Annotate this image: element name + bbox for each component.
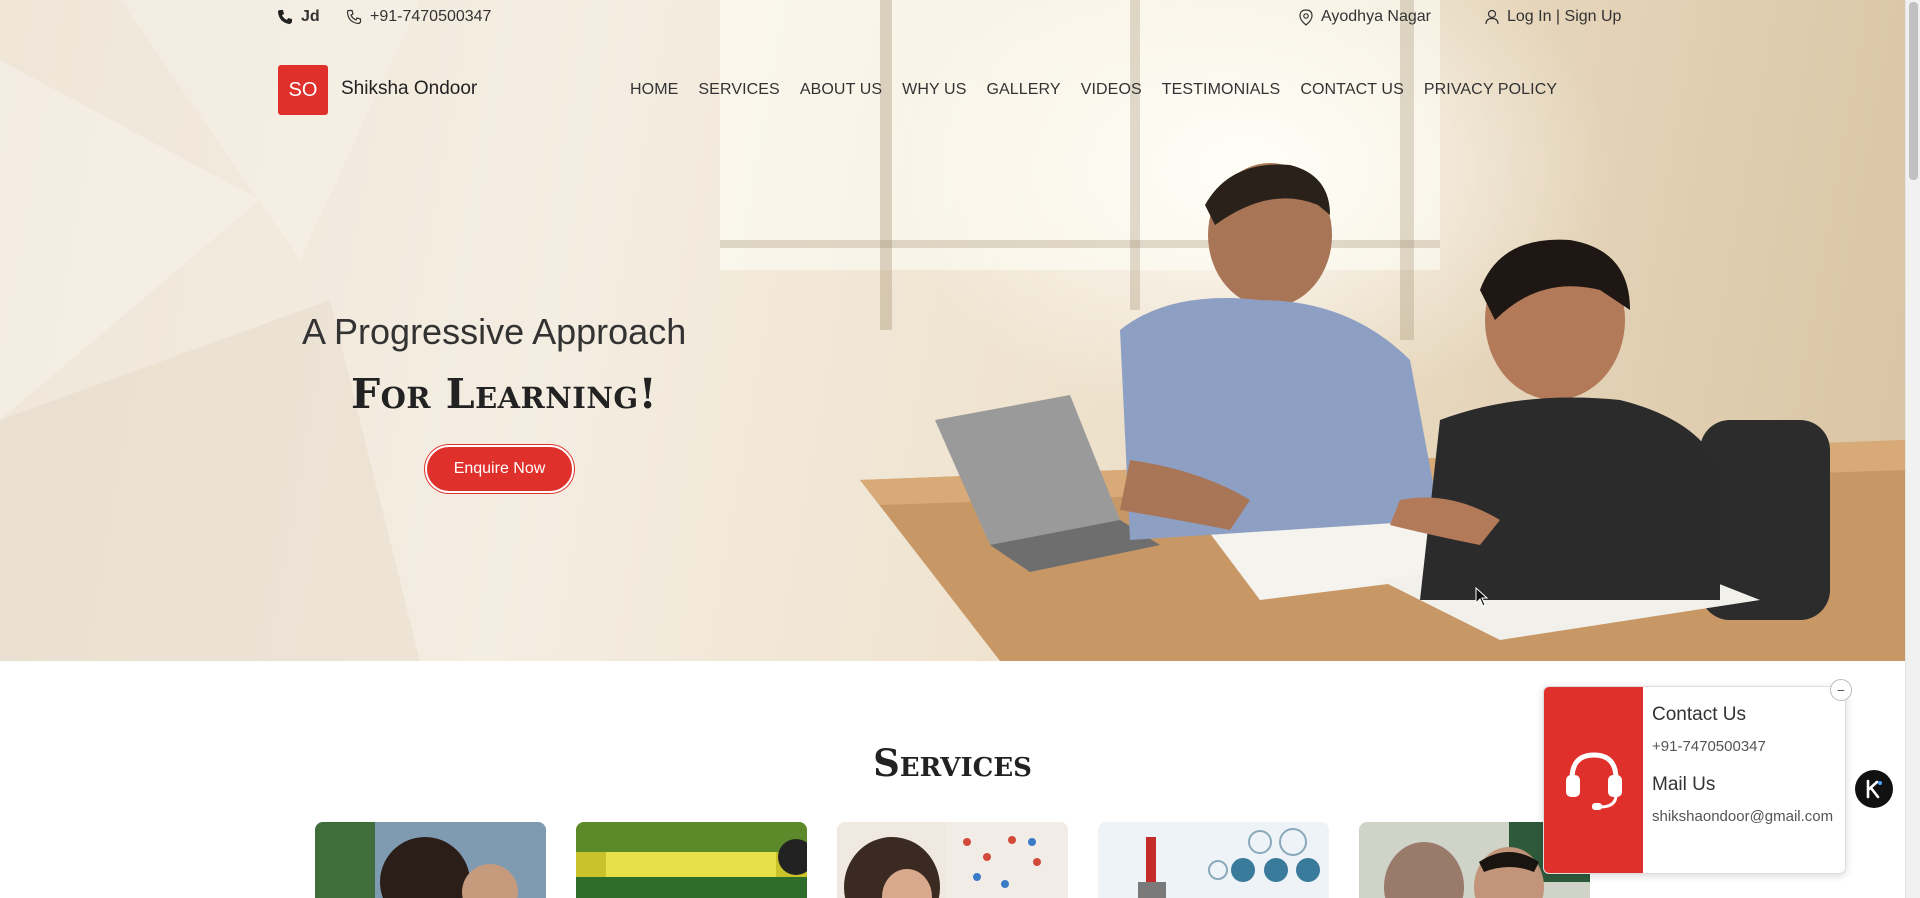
contact-email[interactable]: shikshaondoor@gmail.com <box>1652 805 1837 828</box>
contact-widget-accent <box>1544 687 1643 873</box>
contact-widget: Contact Us +91-7470500347 Mail Us shiksh… <box>1543 679 1852 874</box>
contact-phone[interactable]: +91-7470500347 <box>1652 735 1837 758</box>
mail-us-heading: Mail Us <box>1652 774 1716 795</box>
nav-contact-us[interactable]: CONTACT US <box>1300 81 1404 99</box>
login-signup-text: Log In | Sign Up <box>1507 8 1622 25</box>
mouse-cursor-icon <box>1475 587 1489 607</box>
service-card[interactable] <box>1098 822 1329 898</box>
enquire-now-button[interactable]: Enquire Now <box>425 445 574 493</box>
justdial-link[interactable]: Jd <box>277 8 320 26</box>
phone-number: +91-7470500347 <box>370 8 492 25</box>
hero-subheading: For Learning! <box>351 370 658 418</box>
nav-privacy-policy[interactable]: PRIVACY POLICY <box>1424 81 1557 99</box>
phone-link[interactable]: +91-7470500347 <box>346 8 491 26</box>
minimize-widget-button[interactable]: − <box>1830 679 1852 701</box>
service-card-image <box>576 822 807 898</box>
hero-heading: A Progressive Approach <box>302 311 687 352</box>
nav-testimonials[interactable]: TESTIMONIALS <box>1162 81 1281 99</box>
service-card-image <box>1098 822 1329 898</box>
justdial-label: Jd <box>301 8 320 25</box>
service-card[interactable] <box>315 822 546 898</box>
contact-us-heading: Contact Us <box>1652 704 1746 725</box>
nav-about-us[interactable]: ABOUT US <box>800 81 882 99</box>
user-icon <box>1485 9 1499 25</box>
phone-solid-icon <box>278 10 292 24</box>
chat-launcher-button[interactable] <box>1855 770 1893 808</box>
location-link[interactable]: Ayodhya Nagar <box>1299 8 1431 26</box>
nav-services[interactable]: SERVICES <box>698 81 779 99</box>
headset-icon <box>1565 752 1622 810</box>
nav-why-us[interactable]: WHY US <box>902 81 966 99</box>
nav-videos[interactable]: VIDEOS <box>1081 81 1142 99</box>
location-text: Ayodhya Nagar <box>1321 8 1431 25</box>
site-logo[interactable]: SO <box>278 65 328 115</box>
login-signup-link[interactable]: Log In | Sign Up <box>1485 8 1621 26</box>
phone-icon <box>346 9 362 25</box>
chat-logo-icon <box>1866 779 1882 799</box>
brand-name[interactable]: Shiksha Ondoor <box>341 78 477 100</box>
service-card[interactable] <box>576 822 807 898</box>
nav-home[interactable]: HOME <box>630 81 678 99</box>
nav-gallery[interactable]: GALLERY <box>986 81 1060 99</box>
service-card[interactable] <box>837 822 1068 898</box>
scrollbar-thumb[interactable] <box>1909 2 1918 180</box>
logo-text: SO <box>288 78 318 101</box>
service-card-image <box>837 822 1068 898</box>
top-bar: Jd +91-7470500347 Ayodhya Nagar Log In |… <box>0 0 1905 40</box>
map-pin-icon <box>1299 8 1313 26</box>
page-scrollbar[interactable] <box>1905 0 1920 898</box>
main-nav: HOME SERVICES ABOUT US WHY US GALLERY VI… <box>630 81 1557 99</box>
service-card-image <box>315 822 546 898</box>
